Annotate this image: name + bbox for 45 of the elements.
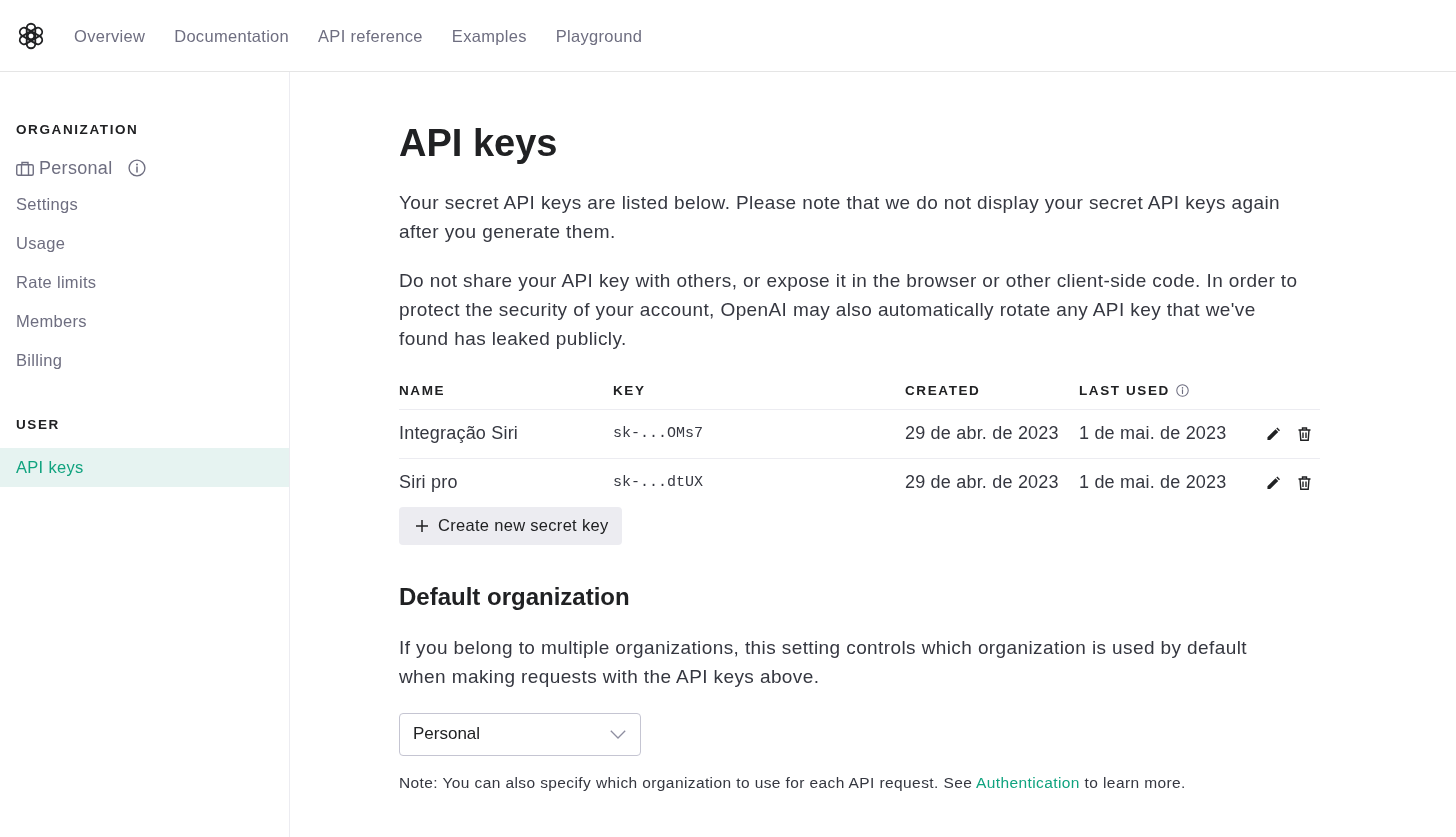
table-cell: 29 de abr. de 2023 [905, 423, 1059, 444]
section-heading: ORGANIZATION [15, 121, 140, 139]
description-text: Your secret API keys are listed below. Please note that we do not display your secret API keys again after you generate them. [399, 190, 1282, 244]
trash-icon[interactable] [1298, 475, 1311, 490]
sidebar-item[interactable]: Members [0, 302, 289, 341]
sidebar-item[interactable]: Usage [0, 224, 289, 263]
table-cell: 29 de abr. de 2023 [905, 472, 1059, 493]
info-icon[interactable] [1175, 384, 1189, 397]
nav-link[interactable]: API reference [318, 24, 423, 47]
nav-link[interactable]: Examples [451, 24, 527, 47]
page-title: API keys [399, 121, 559, 166]
briefcase-icon [16, 160, 34, 176]
create-key-button[interactable]: Create new secret key [399, 506, 623, 545]
table-cell: Integração Siri [399, 423, 519, 444]
sidebar-item[interactable]: API keys [0, 448, 289, 487]
sidebar-item[interactable]: Settings [0, 185, 289, 224]
info-icon[interactable] [128, 159, 147, 177]
nav-link[interactable]: Playground [555, 24, 643, 47]
nav-link[interactable]: Overview [74, 24, 146, 47]
column-header: CREATED [905, 381, 981, 400]
pencil-icon[interactable] [1267, 475, 1280, 490]
table-cell: 1 de mai. de 2023 [1079, 423, 1227, 444]
plus-icon [416, 519, 428, 532]
table-cell: sk-...OMs7 [613, 425, 703, 442]
section-title: Default organization [399, 581, 631, 612]
column-header: KEY [613, 381, 646, 400]
authentication-link[interactable]: Authentication [976, 773, 1080, 791]
pencil-icon[interactable] [1267, 426, 1280, 441]
sidebar-item[interactable]: Rate limits [0, 263, 289, 302]
logo-icon[interactable] [16, 20, 46, 51]
table-cell: Siri pro [399, 472, 458, 493]
table-cell: 1 de mai. de 2023 [1079, 472, 1227, 493]
note-text: Note: You can also specify which organization to use for each API request. See Authentication to learn more. [399, 772, 1187, 793]
description-text: If you belong to multiple organizations, this setting controls which organization is used by default when making requests with the API keys above. [399, 636, 1248, 689]
organization-select[interactable]: Personal [399, 712, 641, 756]
sidebar-item[interactable]: Billing [0, 341, 289, 380]
description-text: Do not share your API key with others, or expose it in the browser or other client-side code. In order to protect the security of your account, OpenAI may also automatically rotate any API key that we've found has leaked publicly. [399, 268, 1299, 351]
column-header: NAME [399, 381, 446, 400]
nav-link[interactable]: Documentation [174, 24, 290, 47]
section-heading: USER [15, 416, 61, 434]
organization-link[interactable]: Personal [0, 151, 113, 185]
chevron-down-icon [610, 729, 626, 739]
trash-icon[interactable] [1298, 426, 1311, 441]
table-cell: sk-...dtUX [613, 474, 703, 491]
column-header: LAST USED [1079, 381, 1170, 400]
